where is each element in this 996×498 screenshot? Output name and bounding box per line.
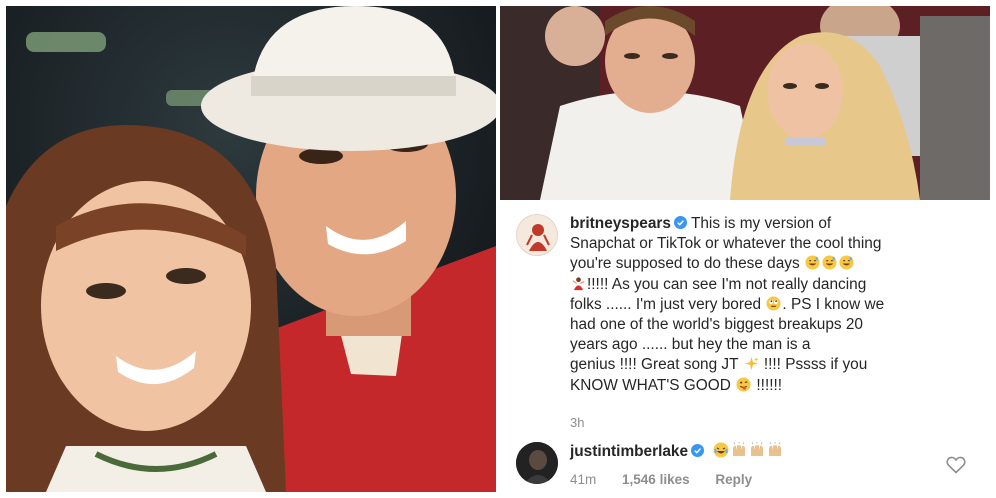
caption-line: . PS I know we (782, 295, 885, 313)
comment-row: justintimberlake (570, 442, 784, 461)
comment-meta: 41m 1,546 likes Reply (570, 472, 774, 487)
caption-line: genius !!!! Great song JT (570, 356, 739, 374)
post-caption: britneyspears This is my version of Snapc… (570, 214, 970, 396)
caption-line: Snapchat or TikTok or whatever the cool … (570, 235, 882, 253)
comment-username[interactable]: justintimberlake (570, 443, 688, 460)
comment-likes[interactable]: 1,546 likes (622, 472, 690, 487)
winking-tongue-emoji-icon (736, 377, 751, 392)
caption-line: had one of the world's biggest breakups … (570, 316, 863, 334)
caption-line: !!!!!! (756, 376, 783, 394)
verified-badge-icon (673, 216, 687, 229)
caption-line: This is my version of (690, 215, 832, 232)
photo-couple-left (6, 6, 496, 492)
heart-outline-icon[interactable] (946, 456, 966, 474)
sweat-smile-emoji-icon (839, 255, 854, 270)
sparkles-emoji-icon (744, 357, 759, 371)
caption-line: !!!! Pssss if you (763, 356, 868, 374)
sweat-smile-emoji-icon (822, 255, 837, 270)
caption-line: KNOW WHAT'S GOOD (570, 376, 731, 394)
caption-line: !!!!! As you can see I'm not really danc… (587, 275, 867, 293)
post-username[interactable]: britneyspears (570, 215, 671, 232)
photo-couple-right (500, 6, 990, 200)
laughing-tears-emoji-icon (713, 442, 729, 458)
verified-badge-icon (691, 444, 705, 457)
dancer-emoji-icon (572, 277, 585, 290)
post-time-ago: 3h (570, 415, 585, 430)
justin-avatar[interactable] (516, 442, 558, 484)
raised-hands-emoji-icon (751, 442, 764, 456)
sweat-smile-emoji-icon (805, 255, 820, 270)
raised-hands-emoji-icon (769, 442, 782, 456)
britney-avatar[interactable] (516, 214, 558, 256)
reply-button[interactable]: Reply (715, 472, 752, 487)
caption-line: years ago ...... but hey the man is a (570, 336, 811, 354)
raised-hands-emoji-icon (733, 442, 746, 456)
rolling-eyes-emoji-icon (766, 296, 781, 311)
instagram-post-panel: britneyspears This is my version of Snapc… (500, 200, 990, 492)
caption-line: you're supposed to do these days (570, 255, 800, 273)
caption-line: folks ...... I'm just very bored (570, 295, 762, 313)
comment-time: 41m (570, 472, 597, 487)
